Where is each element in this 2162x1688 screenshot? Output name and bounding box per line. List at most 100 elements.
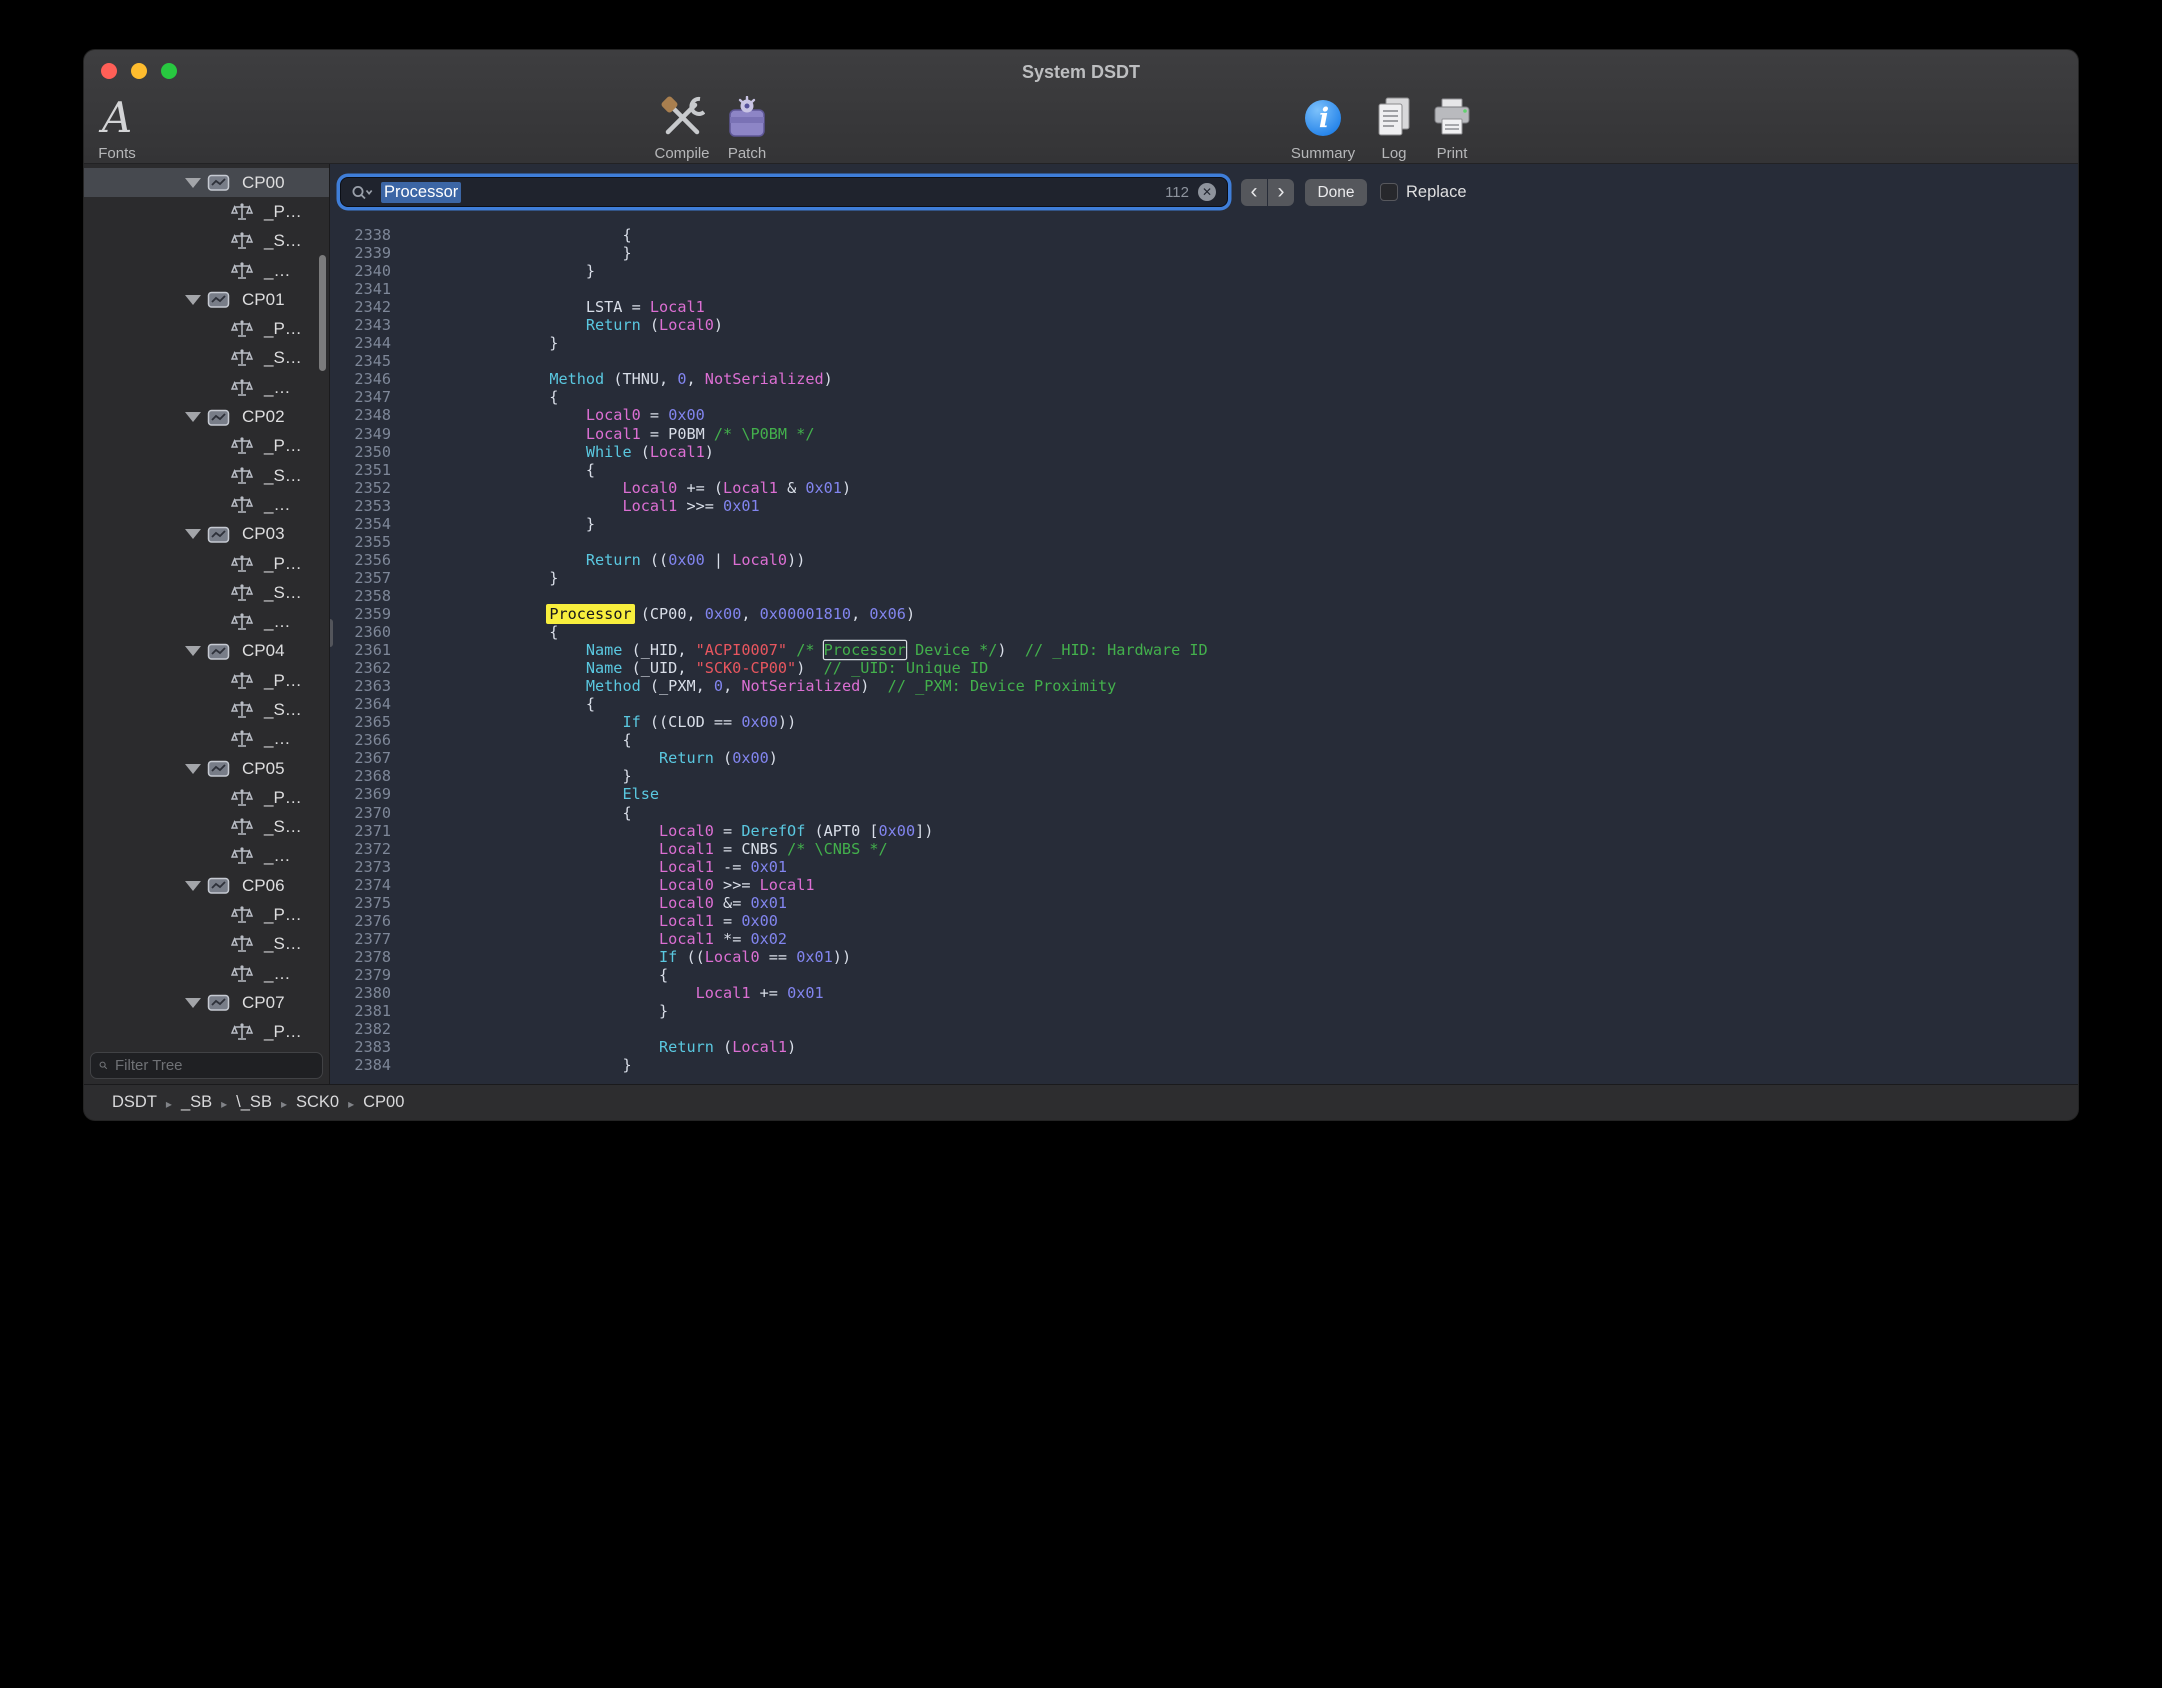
filter-tree-input[interactable]: [115, 1057, 314, 1074]
breadcrumb-item[interactable]: CP00: [363, 1093, 404, 1112]
tree-node-cp06[interactable]: CP06: [84, 871, 329, 900]
tree-node-cp05[interactable]: CP05: [84, 754, 329, 783]
device-icon: [207, 525, 230, 544]
code-line: 2379 {: [330, 966, 2078, 984]
editor-pane[interactable]: Processor 112 ✕ ‹ › Done Replace 2338 {2: [330, 164, 2078, 1084]
disclosure-triangle-icon[interactable]: [185, 178, 201, 188]
tree-node-_[interactable]: _…: [84, 256, 329, 285]
next-match-button[interactable]: ›: [1268, 179, 1294, 206]
breadcrumb-item[interactable]: SCK0: [296, 1093, 339, 1112]
tree-node-_[interactable]: _…: [84, 959, 329, 988]
tree-node-label: _P…: [264, 554, 302, 574]
line-number: 2382: [330, 1020, 403, 1038]
tree-node-_[interactable]: _…: [84, 607, 329, 636]
tree-node-_s[interactable]: _S…: [84, 461, 329, 490]
replace-checkbox[interactable]: [1380, 183, 1398, 201]
compile-tools-icon: [659, 93, 705, 143]
tree-node-_p[interactable]: _P…: [84, 666, 329, 695]
tree-node-_[interactable]: _…: [84, 373, 329, 402]
line-number: 2339: [330, 244, 403, 262]
line-number: 2347: [330, 388, 403, 406]
toolbar-print-button[interactable]: Print: [1424, 90, 1480, 162]
clear-search-icon[interactable]: ✕: [1198, 183, 1216, 201]
disclosure-triangle-icon[interactable]: [185, 998, 201, 1008]
scale-icon: [231, 700, 253, 720]
scale-icon: [231, 583, 253, 603]
breadcrumb-item[interactable]: _SB: [181, 1093, 212, 1112]
scale-icon: [231, 729, 253, 749]
tree-node-cp01[interactable]: CP01: [84, 285, 329, 314]
tree-node-_p[interactable]: _P…: [84, 314, 329, 343]
scale-icon: [231, 261, 253, 281]
search-query: Processor: [381, 182, 461, 203]
tree-node-_[interactable]: _…: [84, 842, 329, 871]
previous-match-button[interactable]: ‹: [1241, 179, 1267, 206]
code-line: 2362 Name (_UID, "SCK0-CP00") // _UID: U…: [330, 659, 2078, 677]
tree-node-_p[interactable]: _P…: [84, 549, 329, 578]
code-line: 2350 While (Local1): [330, 443, 2078, 461]
disclosure-triangle-icon[interactable]: [185, 412, 201, 422]
code-line: 2376 Local1 = 0x00: [330, 912, 2078, 930]
tree-node-cp00[interactable]: CP00: [84, 168, 329, 197]
disclosure-triangle-icon[interactable]: [185, 881, 201, 891]
toolbar-label: Print: [1437, 143, 1468, 162]
tree-node-_p[interactable]: _P…: [84, 432, 329, 461]
tree-node-_s[interactable]: _S…: [84, 695, 329, 724]
tree-node-_[interactable]: _…: [84, 725, 329, 754]
line-number: 2368: [330, 767, 403, 785]
scale-icon: [231, 671, 253, 691]
line-number: 2359: [330, 605, 403, 623]
tree-node-label: _P…: [264, 671, 302, 691]
disclosure-triangle-icon[interactable]: [185, 764, 201, 774]
code-line: 2357 }: [330, 569, 2078, 587]
search-menu-icon[interactable]: [351, 184, 373, 201]
tree-node-cp07[interactable]: CP07: [84, 988, 329, 1017]
code-line: 2372 Local1 = CNBS /* \CNBS */: [330, 840, 2078, 858]
code-line: 2382: [330, 1020, 2078, 1038]
disclosure-triangle-icon[interactable]: [185, 646, 201, 656]
tree-node-label: CP00: [242, 173, 285, 193]
tree-node-cp02[interactable]: CP02: [84, 402, 329, 431]
breadcrumb-item[interactable]: DSDT: [112, 1093, 157, 1112]
tree-node-_p[interactable]: _P…: [84, 900, 329, 929]
tree-node-_s[interactable]: _S…: [84, 930, 329, 959]
scale-icon: [231, 846, 253, 866]
tree-node-label: _…: [264, 378, 290, 398]
done-button[interactable]: Done: [1305, 179, 1367, 206]
code-line: 2354 }: [330, 515, 2078, 533]
device-icon: [207, 290, 230, 309]
line-number: 2376: [330, 912, 403, 930]
tree-node-_s[interactable]: _S…: [84, 813, 329, 842]
app-window: System DSDT A Fonts Compile: [84, 50, 2078, 1120]
tree-node-_p[interactable]: _P…: [84, 1018, 329, 1047]
tree-node-cp03[interactable]: CP03: [84, 520, 329, 549]
code-line: 2380 Local1 += 0x01: [330, 984, 2078, 1002]
toolbar-summary-button[interactable]: i Summary: [1277, 90, 1369, 162]
line-number: 2366: [330, 731, 403, 749]
tree-node-_[interactable]: _…: [84, 490, 329, 519]
search-field[interactable]: Processor 112 ✕: [340, 177, 1228, 207]
tree-node-_p[interactable]: _P…: [84, 783, 329, 812]
disclosure-triangle-icon[interactable]: [185, 295, 201, 305]
code-line: 2359 Processor (CP00, 0x00, 0x00001810, …: [330, 605, 2078, 623]
tree-node-label: _P…: [264, 788, 302, 808]
tree-node-label: CP03: [242, 524, 285, 544]
sidebar-scrollbar[interactable]: [319, 255, 326, 371]
tree-node-_p[interactable]: _P…: [84, 197, 329, 226]
disclosure-triangle-icon[interactable]: [185, 529, 201, 539]
toolbar-patch-button[interactable]: Patch: [711, 90, 783, 162]
scale-icon: [231, 495, 253, 515]
toolbar-fonts-button[interactable]: A Fonts: [86, 90, 148, 162]
tree-node-_s[interactable]: _S…: [84, 578, 329, 607]
tree-node-cp04[interactable]: CP04: [84, 637, 329, 666]
tree-node-_s[interactable]: _S…: [84, 227, 329, 256]
filter-tree-field[interactable]: [90, 1052, 323, 1079]
code-line: 2365 If ((CLOD == 0x00)): [330, 713, 2078, 731]
search-icon: [99, 1058, 108, 1073]
toolbar-log-button[interactable]: Log: [1366, 90, 1422, 162]
fonts-icon: A: [102, 93, 132, 143]
code-editor[interactable]: 2338 {2339 }2340 }23412342 LSTA = Local1…: [330, 220, 2078, 1084]
breadcrumb-item[interactable]: \_SB: [236, 1093, 272, 1112]
tree-node-_s[interactable]: _S…: [84, 344, 329, 373]
code-lines: 2338 {2339 }2340 }23412342 LSTA = Local1…: [330, 226, 2078, 1074]
